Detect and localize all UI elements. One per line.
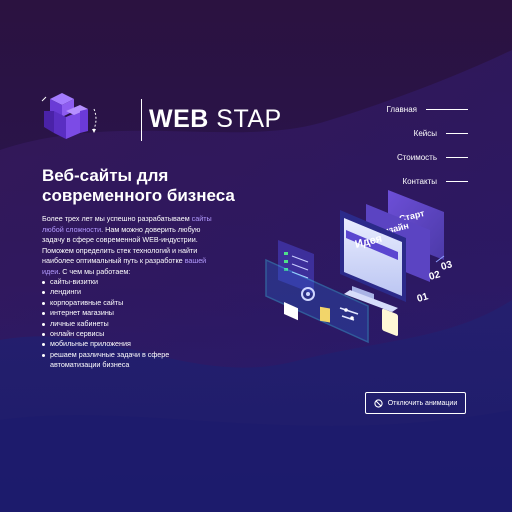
disable-animation-button[interactable]: Отключить анимации <box>365 392 466 414</box>
main-nav: Главная Кейсы Стоимость Контакты <box>387 101 468 197</box>
nav-item-home[interactable]: Главная <box>387 101 468 117</box>
logo-divider <box>141 99 142 141</box>
list-item: интернет магазины <box>42 308 202 318</box>
intro-paragraph: Более трех лет мы успешно разрабатываем … <box>42 214 217 277</box>
intro-text-1: Более трех лет мы успешно разрабатываем <box>42 214 192 223</box>
nav-item-pricing[interactable]: Стоимость <box>387 149 468 165</box>
logo-word-stap: STAP <box>216 105 282 133</box>
nav-item-cases[interactable]: Кейсы <box>387 125 468 141</box>
nav-item-contacts[interactable]: Контакты <box>387 173 468 189</box>
list-item: онлайн сервисы <box>42 329 202 339</box>
list-item: лендинги <box>42 287 202 297</box>
logo-word-web: WEB <box>149 105 209 133</box>
services-list: сайты-визитки лендинги корпоративные сай… <box>42 277 202 371</box>
step-number-03: 03 <box>440 259 454 273</box>
nav-item-label: Контакты <box>402 176 437 186</box>
nav-item-label: Стоимость <box>396 152 437 162</box>
ban-icon <box>374 398 383 408</box>
step-number-01: 01 <box>416 291 430 305</box>
list-item: мобильные приложения <box>42 339 202 349</box>
intro-text-3: . С чем мы работаем: <box>58 266 131 276</box>
nav-underline <box>446 156 468 158</box>
page-title-line-2: современного бизнеса <box>42 186 235 205</box>
nav-item-label: Кейсы <box>413 128 437 138</box>
logo[interactable]: WEB STAP <box>40 91 281 147</box>
nav-underline <box>426 108 468 110</box>
page-title: Веб-сайты для современного бизнеса <box>42 166 282 206</box>
step-number-02: 02 <box>428 269 442 283</box>
list-item: личные кабинеты <box>42 319 202 329</box>
page-title-line-1: Веб-сайты для <box>42 166 169 185</box>
logo-wordmark: WEB STAP <box>149 105 282 134</box>
nav-underline <box>446 180 468 182</box>
nav-underline <box>446 132 468 134</box>
nav-item-label: Главная <box>386 104 417 114</box>
hero-illustration: Старт Дизайн Идея 03 02 01 <box>265 190 454 344</box>
disable-animation-label: Отключить анимации <box>387 399 458 407</box>
list-item: решаем различные задачи в сфере автомати… <box>42 350 202 371</box>
logo-cube-icon <box>41 93 97 139</box>
list-item: корпоративные сайты <box>42 298 202 308</box>
list-item: сайты-визитки <box>42 277 202 287</box>
